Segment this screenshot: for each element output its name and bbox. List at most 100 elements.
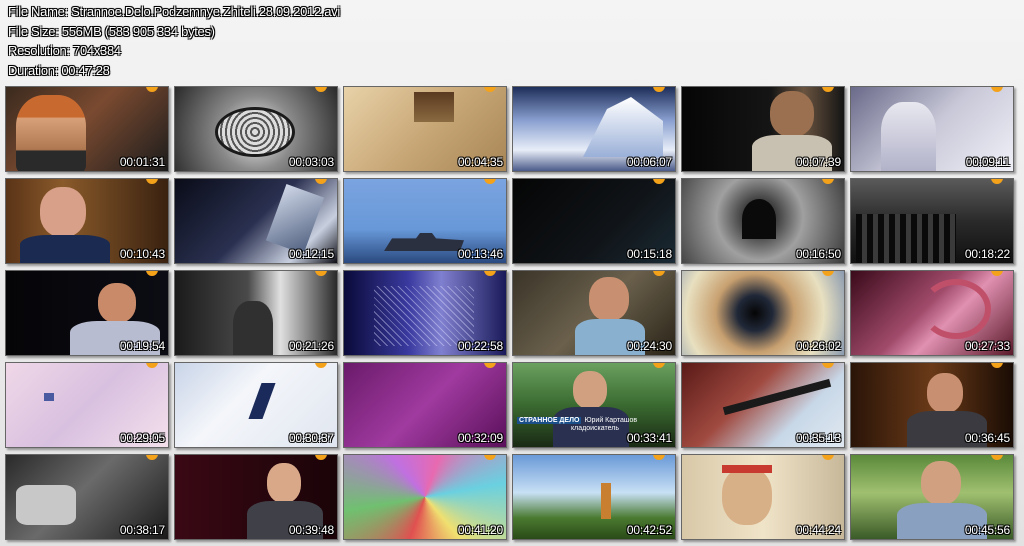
video-thumbnail[interactable]: 00:27:33 [850,270,1014,356]
thumbnail-timestamp: 00:33:41 [626,431,672,445]
channel-logo-icon [991,87,1003,92]
channel-logo-icon [653,87,665,92]
channel-logo-icon [822,455,834,460]
video-thumbnail[interactable]: 00:41:20 [343,454,507,540]
channel-logo-icon [315,363,327,368]
channel-logo-icon [991,363,1003,368]
video-thumbnail[interactable]: 00:42:52 [512,454,676,540]
thumbnail-timestamp: 00:32:09 [457,431,503,445]
thumbnail-timestamp: 00:42:52 [626,523,672,537]
thumbnail-timestamp: 00:12:15 [288,247,334,261]
video-thumbnail[interactable]: 00:13:46 [343,178,507,264]
thumbnail-timestamp: 00:10:43 [119,247,165,261]
channel-logo-icon [484,87,496,92]
thumbnail-timestamp: 00:16:50 [795,247,841,261]
video-thumbnail[interactable]: 00:21:26 [174,270,338,356]
channel-logo-icon [315,179,327,184]
lower-third-channel: СТРАННОЕ ДЕЛО [517,417,582,424]
channel-logo-icon [315,271,327,276]
thumbnail-timestamp: 00:38:17 [119,523,165,537]
channel-logo-icon [653,455,665,460]
channel-logo-icon [991,455,1003,460]
channel-logo-icon [991,179,1003,184]
thumbnail-timestamp: 00:36:45 [964,431,1010,445]
lower-third-name: Юрий Карташов [584,417,638,424]
thumbnail-timestamp: 00:45:56 [964,523,1010,537]
video-thumbnail[interactable]: 00:16:50 [681,178,845,264]
video-thumbnail[interactable]: 00:32:09 [343,362,507,448]
channel-logo-icon [822,87,834,92]
channel-logo-icon [484,455,496,460]
thumbnail-timestamp: 00:07:39 [795,155,841,169]
channel-logo-icon [484,179,496,184]
channel-logo-icon [653,271,665,276]
thumbnail-timestamp: 00:39:48 [288,523,334,537]
duration: Duration: 00:47:28 [8,62,110,78]
channel-logo-icon [315,87,327,92]
video-thumbnail[interactable]: 00:12:15 [174,178,338,264]
thumbnail-timestamp: 00:41:20 [457,523,503,537]
thumbnail-timestamp: 00:09:11 [965,155,1010,169]
video-thumbnail[interactable]: 00:07:39 [681,86,845,172]
channel-logo-icon [146,363,158,368]
video-thumbnail[interactable]: 00:39:48 [174,454,338,540]
thumbnail-timestamp: 00:22:58 [457,339,503,353]
video-thumbnail[interactable]: 00:06:07 [512,86,676,172]
channel-logo-icon [146,271,158,276]
channel-logo-icon [822,271,834,276]
video-thumbnail[interactable]: 00:09:11 [850,86,1014,172]
video-thumbnail[interactable]: 00:35:13 [681,362,845,448]
thumbnail-timestamp: 00:19:54 [119,339,165,353]
thumbnail-timestamp: 00:30:37 [288,431,334,445]
video-thumbnail[interactable]: 00:29:05 [5,362,169,448]
channel-logo-icon [653,179,665,184]
video-thumbnail[interactable]: 00:24:30 [512,270,676,356]
thumbnail-timestamp: 00:26:02 [795,339,841,353]
video-thumbnail[interactable]: 00:45:56 [850,454,1014,540]
channel-logo-icon [315,455,327,460]
file-info: File Name: Strannoe.Delo.Podzemnye.Zhite… [8,2,340,80]
lower-third: СТРАННОЕ ДЕЛО Юрий Карташов кладоискатель [517,417,637,433]
channel-logo-icon [484,363,496,368]
channel-logo-icon [484,271,496,276]
file-size: File Size: 556MB (583 905 334 bytes) [8,23,215,39]
thumbnail-timestamp: 00:01:31 [119,155,165,169]
channel-logo-icon [146,455,158,460]
video-thumbnail[interactable]: 00:18:22 [850,178,1014,264]
video-thumbnail[interactable]: 00:15:18 [512,178,676,264]
video-thumbnail[interactable]: 00:38:17 [5,454,169,540]
thumbnail-timestamp: 00:29:05 [119,431,165,445]
channel-logo-icon [146,87,158,92]
resolution: Resolution: 704x384 [8,43,121,58]
thumbnail-timestamp: 00:03:03 [288,155,334,169]
thumbnail-timestamp: 00:24:30 [626,339,672,353]
channel-logo-icon [822,179,834,184]
video-thumbnail[interactable]: 00:22:58 [343,270,507,356]
thumbnail-timestamp: 00:15:18 [626,247,672,261]
video-thumbnail[interactable]: 00:36:45 [850,362,1014,448]
video-thumbnail[interactable]: 00:04:35 [343,86,507,172]
video-thumbnail[interactable]: 00:26:02 [681,270,845,356]
thumbnail-timestamp: 00:13:46 [457,247,503,261]
thumbnail-timestamp: 00:44:24 [795,523,841,537]
channel-logo-icon [822,363,834,368]
video-thumbnail[interactable]: 00:01:31 [5,86,169,172]
thumbnail-timestamp: 00:06:07 [626,155,672,169]
thumbnail-timestamp: 00:21:26 [288,339,334,353]
video-thumbnail[interactable]: 00:03:03 [174,86,338,172]
thumbnail-timestamp: 00:18:22 [964,247,1010,261]
thumbnail-timestamp: 00:35:13 [795,431,841,445]
channel-logo-icon [991,271,1003,276]
video-thumbnail[interactable]: 00:44:24 [681,454,845,540]
video-thumbnail[interactable]: 00:30:37 [174,362,338,448]
lower-third-title: кладоискатель [571,425,619,432]
thumbnail-timestamp: 00:27:33 [964,339,1010,353]
video-thumbnail[interactable]: 00:19:54 [5,270,169,356]
thumbnail-grid: 00:01:31 00:03:03 00:04:35 00:06:07 00:07:39… [5,86,1014,540]
channel-logo-icon [146,179,158,184]
video-thumbnail[interactable]: СТРАННОЕ ДЕЛО Юрий Карташов кладоискатель 0… [512,362,676,448]
video-thumbnail[interactable]: 00:10:43 [5,178,169,264]
file-name: File Name: Strannoe.Delo.Podzemnye.Zhite… [8,4,340,19]
channel-logo-icon [653,363,665,368]
thumbnail-timestamp: 00:04:35 [457,155,503,169]
